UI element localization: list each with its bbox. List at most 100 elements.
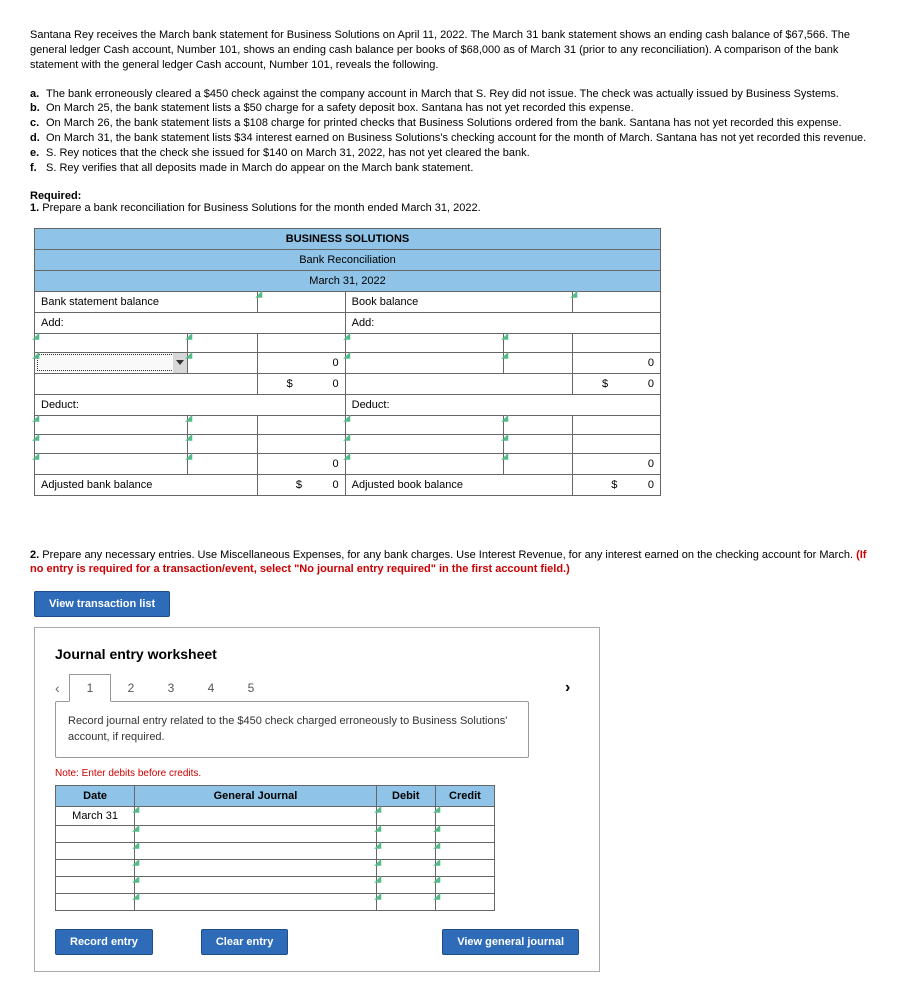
je-credit-4[interactable] [435,860,494,877]
book-add-tot-1[interactable] [572,333,660,352]
book-ded-amt-2[interactable] [503,434,572,453]
recon-company: BUSINESS SOLUTIONS [35,228,661,249]
book-ded-desc-2[interactable] [345,434,503,453]
je-debit-2[interactable] [376,826,435,843]
chevron-down-icon[interactable] [173,353,187,373]
je-account-1[interactable] [135,807,377,826]
deduct-label-bank: Deduct: [35,394,346,415]
intro-paragraph: Santana Rey receives the March bank stat… [30,28,879,73]
je-credit-1[interactable] [435,807,494,826]
view-general-journal-button[interactable]: View general journal [442,929,579,955]
je-debit-3[interactable] [376,843,435,860]
book-add-tot-2: 0 [572,352,660,373]
req2-num: 2. [30,549,39,561]
deduct-label-book: Deduct: [345,394,660,415]
item-label: c. [30,116,46,131]
requirement-2: 2. Prepare any necessary entries. Use Mi… [30,548,879,578]
item-text: S. Rey notices that the check she issued… [46,146,879,161]
je-date: March 31 [56,807,135,826]
item-label: b. [30,101,46,116]
je-account-3[interactable] [135,843,377,860]
journal-tab-2[interactable]: 2 [111,675,151,701]
bank-add-tot-1[interactable] [257,333,345,352]
clear-entry-button[interactable]: Clear entry [201,929,288,955]
bank-ded-amt-2[interactable] [188,434,257,453]
book-add-desc-1[interactable] [345,333,503,352]
view-transaction-list-button[interactable]: View transaction list [34,591,170,617]
je-credit-2[interactable] [435,826,494,843]
journal-description: Record journal entry related to the $450… [55,701,529,758]
required-heading: Required: [30,190,879,202]
journal-heading: Journal entry worksheet [55,646,579,662]
bank-add-desc-1[interactable] [35,333,188,352]
book-ded-desc-3[interactable] [345,453,503,474]
col-credit: Credit [435,786,494,807]
book-ded-amt-1[interactable] [503,415,572,434]
je-credit-3[interactable] [435,843,494,860]
col-general-journal: General Journal [135,786,377,807]
je-date-blank [56,894,135,911]
item-e: e.S. Rey notices that the check she issu… [30,146,879,161]
book-ded-tot-1[interactable] [572,415,660,434]
bank-ded-desc-1[interactable] [35,415,188,434]
bank-balance-input[interactable] [257,291,345,312]
requirement-1: 1. Prepare a bank reconciliation for Bus… [30,202,879,214]
bank-ded-tot-3: 0 [257,453,345,474]
bank-sub-blank [35,373,258,394]
journal-tab-4[interactable]: 4 [191,675,231,701]
book-balance-label: Book balance [345,291,572,312]
je-account-2[interactable] [135,826,377,843]
bank-ded-desc-3[interactable] [35,453,188,474]
bank-add-desc-2[interactable] [35,352,188,373]
bank-ded-tot-2[interactable] [257,434,345,453]
item-d: d.On March 31, the bank statement lists … [30,131,879,146]
bank-add-amt-1[interactable] [188,333,257,352]
je-debit-4[interactable] [376,860,435,877]
je-account-5[interactable] [135,877,377,894]
journal-pager: ‹ 1 2 3 4 5 › [55,674,579,702]
item-label: d. [30,131,46,146]
book-ded-tot-2[interactable] [572,434,660,453]
col-date: Date [56,786,135,807]
item-a: a.The bank erroneously cleared a $450 ch… [30,87,879,102]
book-ded-amt-3[interactable] [503,453,572,474]
je-account-6[interactable] [135,894,377,911]
bank-ded-tot-1[interactable] [257,415,345,434]
journal-tab-5[interactable]: 5 [231,675,271,701]
je-debit-1[interactable] [376,807,435,826]
bank-ded-desc-2[interactable] [35,434,188,453]
adj-bank-total: $ 0 [257,474,345,495]
je-credit-6[interactable] [435,894,494,911]
book-ded-desc-1[interactable] [345,415,503,434]
req1-text: Prepare a bank reconciliation for Busine… [42,202,480,214]
bank-ded-amt-1[interactable] [188,415,257,434]
je-debit-6[interactable] [376,894,435,911]
bank-ded-amt-3[interactable] [188,453,257,474]
book-add-desc-2[interactable] [345,352,503,373]
record-entry-button[interactable]: Record entry [55,929,153,955]
je-date-blank [56,826,135,843]
je-date-blank [56,843,135,860]
bank-reconciliation-table: BUSINESS SOLUTIONS Bank Reconciliation M… [34,228,661,496]
item-text: On March 31, the bank statement lists $3… [46,131,879,146]
recon-title: Bank Reconciliation [35,249,661,270]
book-add-amt-1[interactable] [503,333,572,352]
je-debit-5[interactable] [376,877,435,894]
chevron-right-icon[interactable]: › [565,679,579,697]
journal-tab-3[interactable]: 3 [151,675,191,701]
item-c: c.On March 26, the bank statement lists … [30,116,879,131]
je-date-blank [56,860,135,877]
bank-add-amt-2[interactable] [188,352,257,373]
journal-note: Note: Enter debits before credits. [55,768,579,779]
book-add-amt-2[interactable] [503,352,572,373]
item-label: f. [30,161,46,176]
add-label-book: Add: [345,312,660,333]
je-credit-5[interactable] [435,877,494,894]
items-list: a.The bank erroneously cleared a $450 ch… [30,87,879,176]
book-sub-blank [345,373,572,394]
bank-add-tot-2: 0 [257,352,345,373]
book-balance-input[interactable] [572,291,660,312]
chevron-left-icon[interactable]: ‹ [55,680,69,696]
journal-tab-1[interactable]: 1 [69,674,111,702]
je-account-4[interactable] [135,860,377,877]
